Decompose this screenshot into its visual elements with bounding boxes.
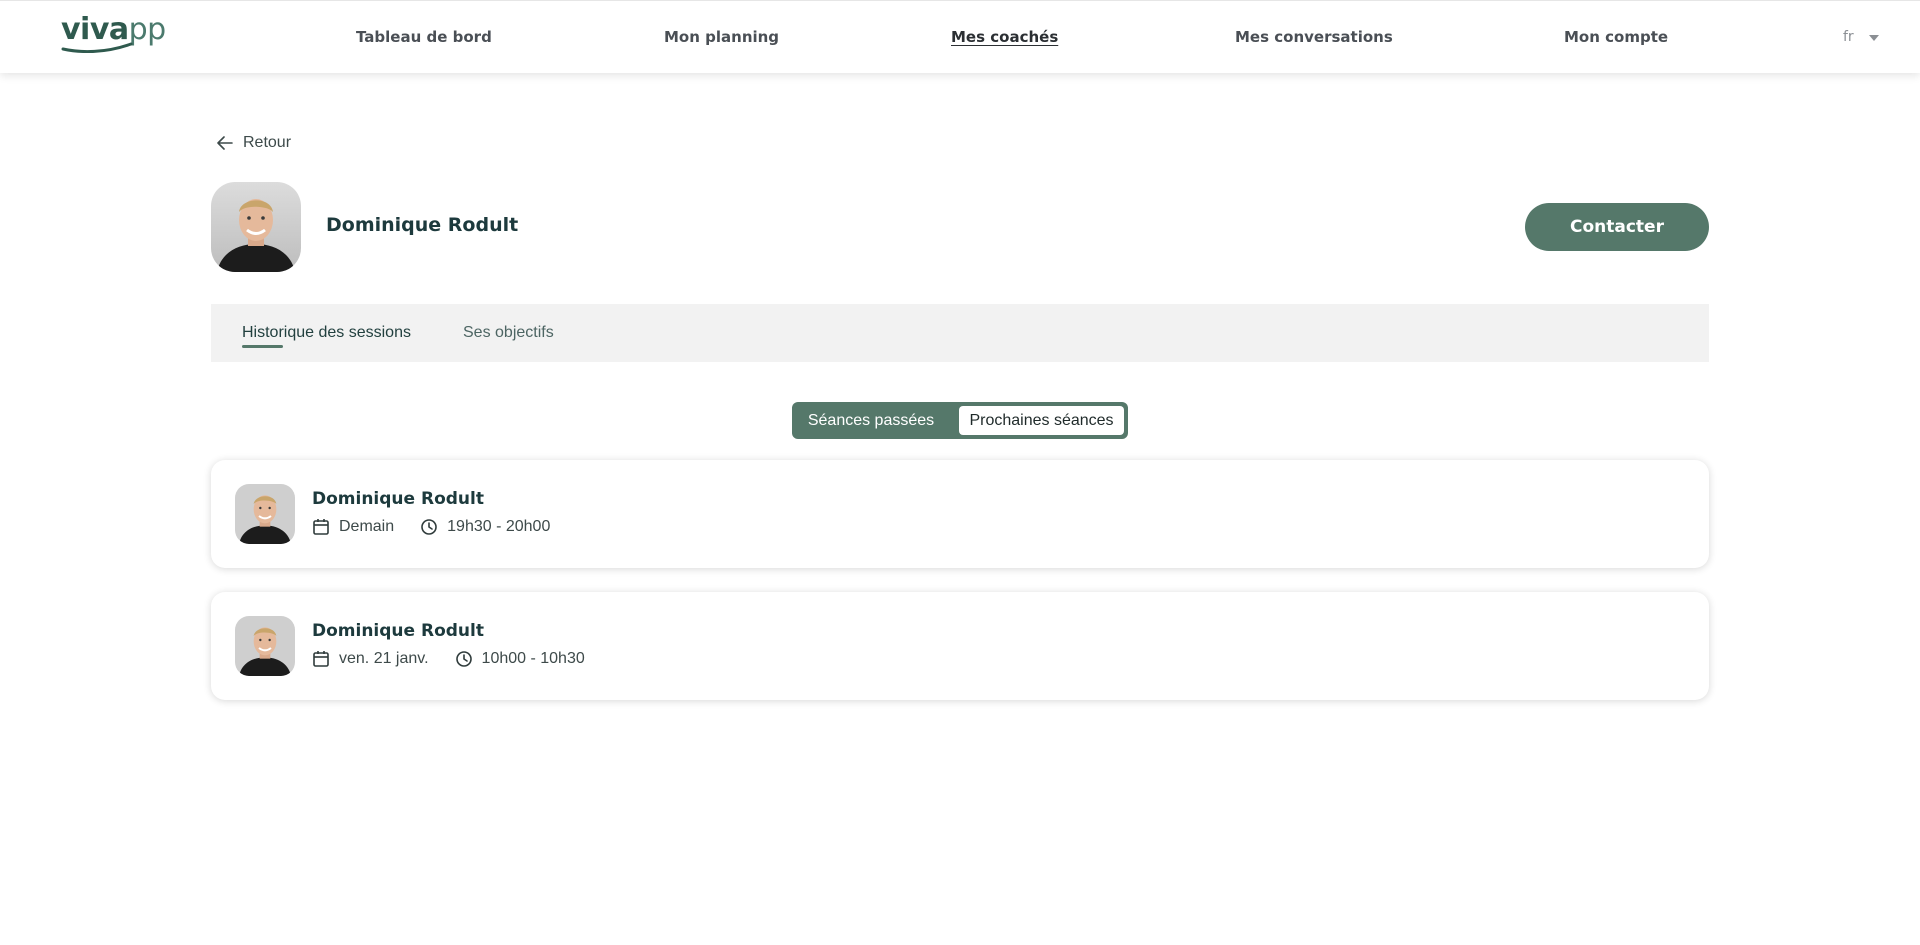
- profile-name: Dominique Rodult: [326, 214, 519, 236]
- session-date: ven. 21 janv.: [312, 650, 429, 668]
- clock-icon: [421, 519, 437, 535]
- nav-tableau-de-bord[interactable]: Tableau de bord: [356, 28, 492, 46]
- session-card[interactable]: Dominique Rodult Demain 19h30 - 20h00: [211, 460, 1709, 568]
- back-link[interactable]: Retour: [217, 134, 291, 152]
- language-label: fr: [1843, 29, 1854, 45]
- session-card[interactable]: Dominique Rodult ven. 21 janv. 10h00 - 1…: [211, 592, 1709, 700]
- session-time-label: 19h30 - 20h00: [447, 518, 551, 535]
- session-coachee-name: Dominique Rodult: [312, 621, 484, 641]
- clock-icon: [455, 651, 472, 667]
- session-meta: ven. 21 janv. 10h00 - 10h30: [312, 650, 611, 668]
- profile-avatar: [211, 182, 301, 272]
- session-date: Demain: [312, 518, 394, 536]
- vivapp-logo[interactable]: vivapp: [61, 15, 166, 55]
- prochaines-seances-option[interactable]: Prochaines séances: [959, 406, 1124, 435]
- chevron-down-icon: [1869, 35, 1879, 41]
- session-date-label: ven. 21 janv.: [339, 650, 429, 667]
- nav-mon-planning[interactable]: Mon planning: [664, 28, 779, 46]
- calendar-icon: [313, 651, 329, 667]
- nav-mes-coaches[interactable]: Mes coachés: [951, 28, 1058, 46]
- back-label: Retour: [243, 134, 292, 151]
- calendar-icon: [313, 519, 329, 535]
- sessions-filter-toggle: Séances passées Prochaines séances: [792, 402, 1128, 439]
- tab-ses-objectifs[interactable]: Ses objectifs: [463, 324, 554, 342]
- profile-tabs: Historique des sessions Ses objectifs: [211, 304, 1709, 362]
- person-portrait-icon: [235, 616, 295, 676]
- logo-swoosh-icon: [61, 42, 133, 53]
- nav-mes-conversations[interactable]: Mes conversations: [1235, 28, 1393, 46]
- session-time: 19h30 - 20h00: [420, 518, 550, 536]
- session-avatar: [235, 616, 295, 676]
- person-portrait-icon: [235, 484, 295, 544]
- person-portrait-icon: [211, 182, 301, 272]
- tab-historique-des-sessions[interactable]: Historique des sessions: [242, 324, 411, 342]
- session-coachee-name: Dominique Rodult: [312, 489, 484, 509]
- active-tab-indicator: [242, 345, 283, 348]
- seances-passees-option[interactable]: Séances passées: [796, 406, 946, 435]
- session-avatar: [235, 484, 295, 544]
- arrow-left-icon: [217, 136, 233, 150]
- session-date-label: Demain: [339, 518, 395, 535]
- session-meta: Demain 19h30 - 20h00: [312, 518, 576, 536]
- nav-mon-compte[interactable]: Mon compte: [1564, 28, 1668, 46]
- session-time: 10h00 - 10h30: [455, 650, 585, 668]
- session-time-label: 10h00 - 10h30: [481, 650, 585, 667]
- contact-button[interactable]: Contacter: [1525, 203, 1709, 251]
- top-navigation-bar: vivapp Tableau de bord Mon planning Mes …: [0, 0, 1920, 73]
